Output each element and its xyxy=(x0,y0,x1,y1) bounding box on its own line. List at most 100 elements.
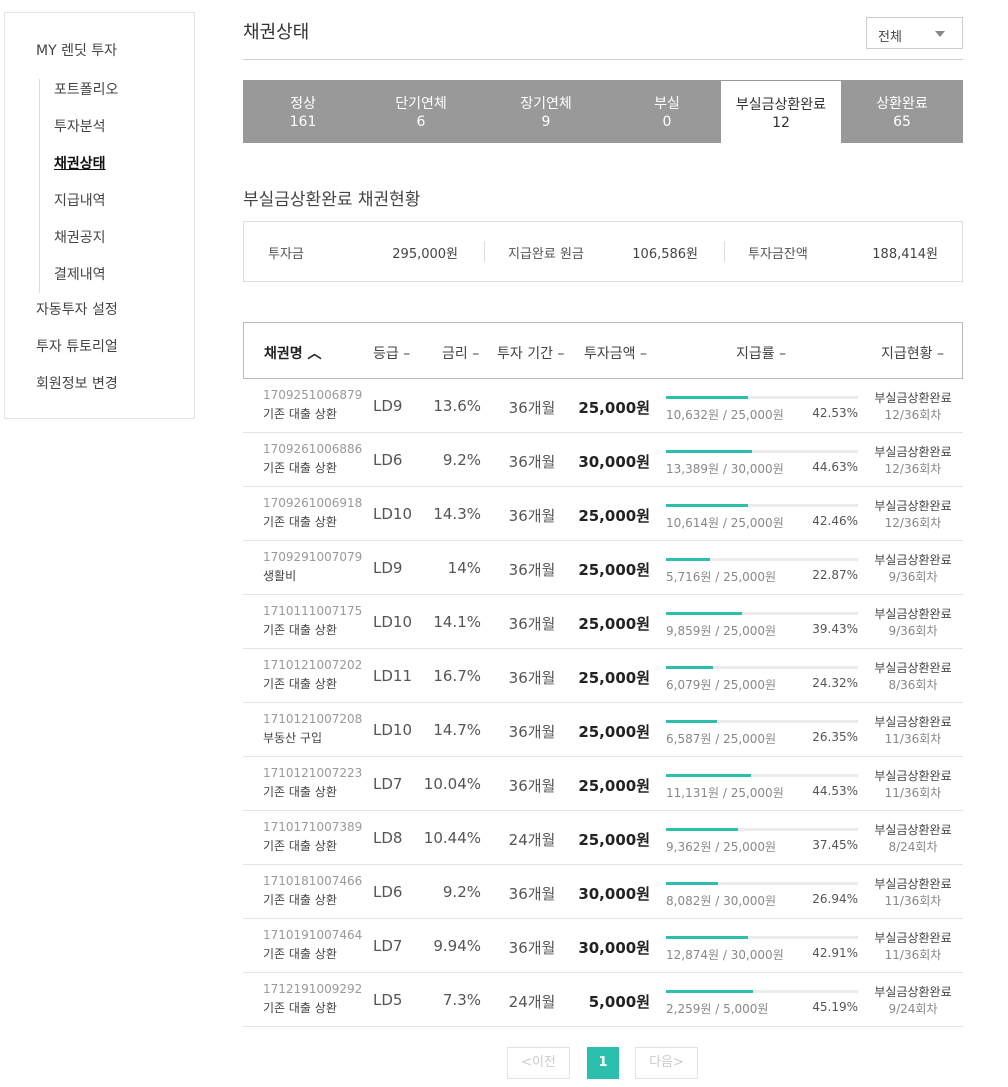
sidebar-item-portfolio[interactable]: 포트폴리오 xyxy=(54,79,118,99)
sidebar-item-my-lendit[interactable]: MY 렌딧 투자 xyxy=(36,40,117,60)
bond-purpose: 기존 대출 상환 xyxy=(263,839,337,853)
bond-id: 1710171007389 xyxy=(263,820,363,834)
bond-rate: 10.04% xyxy=(423,775,481,793)
bond-term: 36개월 xyxy=(508,615,556,633)
progress-fill xyxy=(666,612,742,615)
bond-rate: 9.2% xyxy=(442,883,481,901)
table-row[interactable]: 1710121007223 기존 대출 상환 LD7 10.04% 36개월 2… xyxy=(243,757,963,811)
tab-label: 장기연체 xyxy=(520,96,572,112)
header-status[interactable]: 지급현황 – xyxy=(881,343,944,363)
table-row[interactable]: 1710171007389 기존 대출 상환 LD8 10.44% 24개월 2… xyxy=(243,811,963,865)
bond-status: 부실금상환완료 xyxy=(874,661,952,675)
table-row[interactable]: 1709251006879 기존 대출 상환 LD9 13.6% 36개월 25… xyxy=(243,379,963,433)
bond-grade: LD9 xyxy=(373,397,403,415)
bond-purpose: 기존 대출 상환 xyxy=(263,785,337,799)
table-row[interactable]: 1710191007464 기존 대출 상환 LD7 9.94% 36개월 30… xyxy=(243,919,963,973)
tab-short-overdue[interactable]: 단기연체 6 xyxy=(363,80,479,143)
header-name[interactable]: 채권명 ︿ xyxy=(264,343,322,363)
sidebar: MY 렌딧 투자 포트폴리오 투자분석 채권상태 지급내역 채권공지 결제내역 … xyxy=(4,12,195,419)
progress-fill xyxy=(666,828,738,831)
tab-label: 부실금상환완료 xyxy=(735,97,827,113)
payment-progress-bar xyxy=(666,720,858,723)
bond-grade: LD7 xyxy=(373,937,403,955)
payment-progress-bar xyxy=(666,612,858,615)
bond-term: 36개월 xyxy=(508,399,556,417)
header-grade[interactable]: 등급 – xyxy=(373,343,410,363)
sidebar-item-analysis[interactable]: 투자분석 xyxy=(54,116,106,136)
bond-purpose: 생활비 xyxy=(263,569,297,583)
table-row[interactable]: 1710181007466 기존 대출 상환 LD6 9.2% 36개월 30,… xyxy=(243,865,963,919)
table-row[interactable]: 1710121007208 부동산 구입 LD10 14.7% 36개월 25,… xyxy=(243,703,963,757)
sidebar-item-auto-invest[interactable]: 자동투자 설정 xyxy=(36,299,118,319)
table-row[interactable]: 1709291007079 생활비 LD9 14% 36개월 25,000원 5… xyxy=(243,541,963,595)
sidebar-item-tutorial[interactable]: 투자 튜토리얼 xyxy=(36,336,118,356)
bond-rate: 13.6% xyxy=(433,397,481,415)
bond-grade: LD10 xyxy=(373,505,412,523)
bond-id: 1709291007079 xyxy=(263,550,363,564)
paid-percent: 42.46% xyxy=(812,514,858,528)
paid-label: 지급완료 원금 xyxy=(508,247,584,262)
sidebar-item-notices[interactable]: 채권공지 xyxy=(54,227,106,247)
paid-amount: 13,389원 / 30,000원 xyxy=(666,462,784,476)
bond-amount: 25,000원 xyxy=(578,669,650,687)
next-page-button[interactable]: 다음> xyxy=(635,1047,698,1079)
sidebar-submenu: 포트폴리오 투자분석 채권상태 지급내역 채권공지 결제내역 xyxy=(39,79,189,293)
installment: 9/24회차 xyxy=(888,1002,938,1016)
tab-default-recovered[interactable]: 부실금상환완료 12 xyxy=(721,81,841,143)
table-row[interactable]: 1709261006886 기존 대출 상환 LD6 9.2% 36개월 30,… xyxy=(243,433,963,487)
tab-repaid[interactable]: 상환완료 65 xyxy=(841,80,963,143)
page-title: 채권상태 xyxy=(243,22,310,43)
summary-box: 투자금 295,000원 지급완료 원금 106,586원 투자금잔액 188,… xyxy=(243,221,963,282)
table-row[interactable]: 1712191009292 기존 대출 상환 LD5 7.3% 24개월 5,0… xyxy=(243,973,963,1027)
bond-amount: 25,000원 xyxy=(578,831,650,849)
prev-page-button[interactable]: <이전 xyxy=(507,1047,570,1079)
page-1-button[interactable]: 1 xyxy=(587,1047,619,1079)
table-row[interactable]: 1710121007202 기존 대출 상환 LD11 16.7% 36개월 2… xyxy=(243,649,963,703)
header-ratio[interactable]: 지급률 – xyxy=(736,343,786,363)
sidebar-item-billing[interactable]: 결제내역 xyxy=(54,264,106,284)
paid-percent: 42.53% xyxy=(812,406,858,420)
tab-count: 9 xyxy=(541,114,551,130)
paid-percent: 26.94% xyxy=(812,892,858,906)
table-row[interactable]: 1709261006918 기존 대출 상환 LD10 14.3% 36개월 2… xyxy=(243,487,963,541)
bond-rate: 10.44% xyxy=(423,829,481,847)
progress-fill xyxy=(666,936,749,939)
bond-purpose: 기존 대출 상환 xyxy=(263,1001,337,1015)
tab-normal[interactable]: 정상 161 xyxy=(243,80,363,143)
bond-rate: 14.3% xyxy=(433,505,481,523)
payment-progress-bar xyxy=(666,882,858,885)
bond-id: 1710121007202 xyxy=(263,658,363,672)
bond-rate: 9.2% xyxy=(442,451,481,469)
bond-status: 부실금상환완료 xyxy=(874,877,952,891)
bond-rate: 14% xyxy=(447,559,481,577)
tab-label: 부실 xyxy=(654,96,680,112)
sidebar-item-profile[interactable]: 회원정보 변경 xyxy=(36,373,118,393)
bond-amount: 25,000원 xyxy=(578,615,650,633)
remain-value: 188,414원 xyxy=(872,247,938,262)
bond-rate: 9.94% xyxy=(433,937,481,955)
remain-label: 투자금잔액 xyxy=(748,247,808,262)
payment-progress-bar xyxy=(666,666,858,669)
bond-purpose: 기존 대출 상환 xyxy=(263,407,337,421)
progress-fill xyxy=(666,990,753,993)
table-row[interactable]: 1710111007175 기존 대출 상환 LD10 14.1% 36개월 2… xyxy=(243,595,963,649)
sidebar-item-payments[interactable]: 지급내역 xyxy=(54,190,106,210)
paid-percent: 24.32% xyxy=(812,676,858,690)
header-rate[interactable]: 금리 – xyxy=(442,343,479,363)
payment-progress-bar xyxy=(666,828,858,831)
sidebar-item-bond-status[interactable]: 채권상태 xyxy=(54,153,106,173)
header-amount[interactable]: 투자금액 – xyxy=(584,343,647,363)
tab-long-overdue[interactable]: 장기연체 9 xyxy=(479,80,613,143)
status-filter-select[interactable]: 전체 xyxy=(866,17,963,49)
installment: 8/36회차 xyxy=(888,678,938,692)
tab-default[interactable]: 부실 0 xyxy=(613,80,721,143)
progress-fill xyxy=(666,882,718,885)
header-term[interactable]: 투자 기간 – xyxy=(497,343,564,363)
payment-progress-bar xyxy=(666,450,858,453)
paid-percent: 42.91% xyxy=(812,946,858,960)
bond-purpose: 기존 대출 상환 xyxy=(263,461,337,475)
bond-term: 36개월 xyxy=(508,453,556,471)
paid-amount: 10,614원 / 25,000원 xyxy=(666,516,784,530)
progress-fill xyxy=(666,666,713,669)
bond-purpose: 기존 대출 상환 xyxy=(263,623,337,637)
